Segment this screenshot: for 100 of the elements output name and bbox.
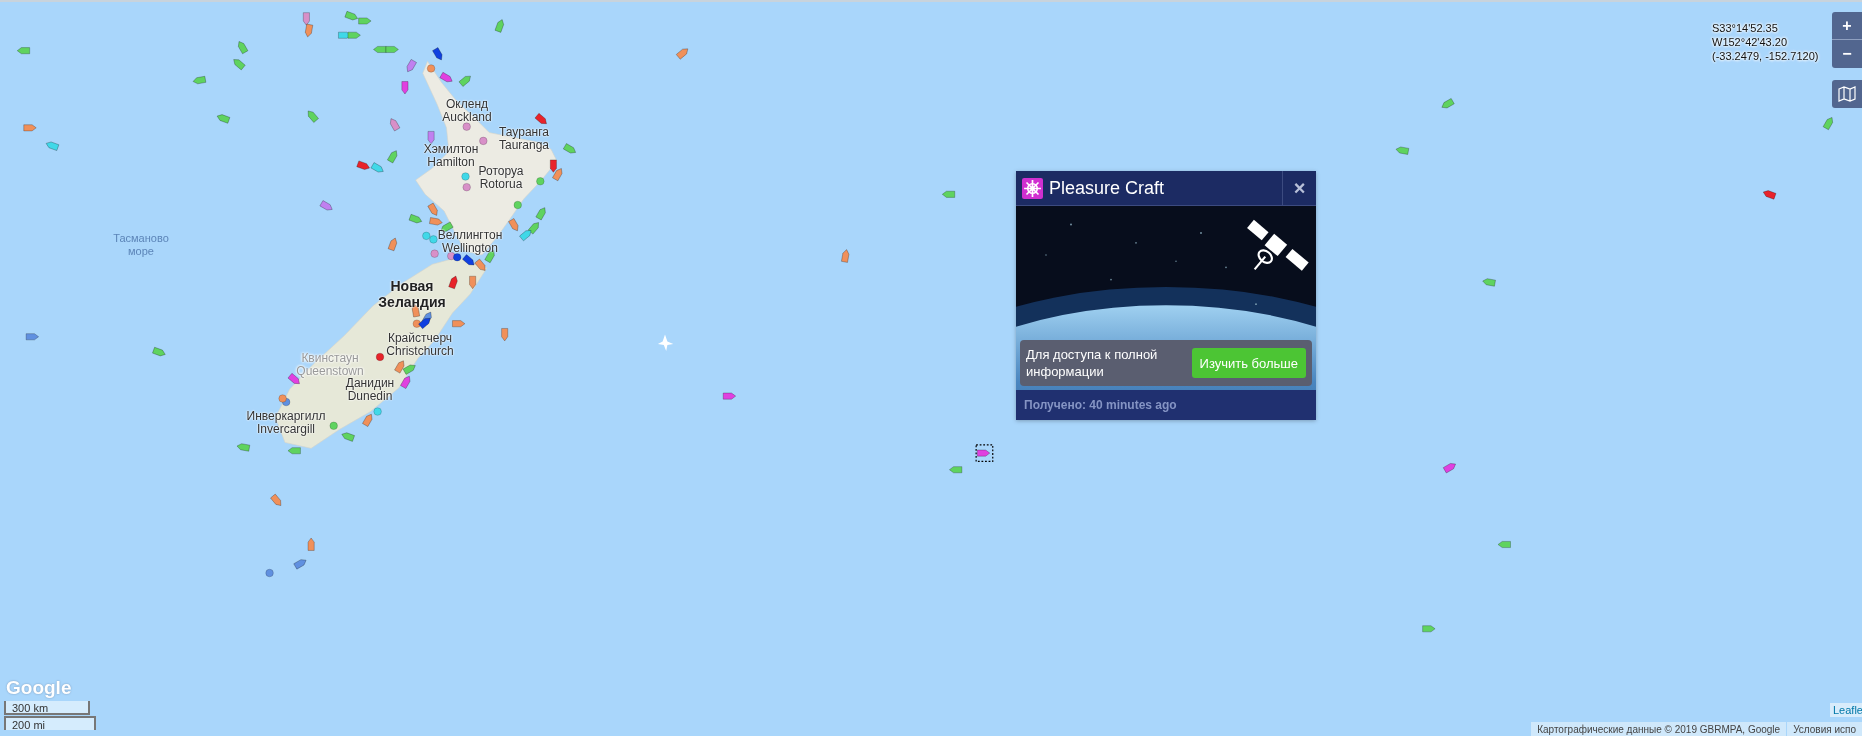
vessel-marker[interactable] [233,59,246,71]
vessel-marker[interactable] [439,72,453,83]
vessel-dot-marker[interactable] [373,407,382,416]
vessel-marker[interactable] [550,159,557,173]
vessel-marker[interactable] [341,432,355,442]
vessel-marker[interactable] [676,48,689,60]
vessel-marker[interactable] [152,346,166,357]
aircraft-icon[interactable] [657,334,674,351]
vessel-marker[interactable] [319,200,333,211]
vessel-marker[interactable] [192,76,207,85]
vessel-marker[interactable] [519,230,532,242]
vessel-marker[interactable] [949,466,963,474]
vessel-marker[interactable] [293,559,307,570]
vessel-dot-marker[interactable] [430,249,439,258]
vessel-marker[interactable] [45,141,60,151]
vessel-dot-marker[interactable] [429,235,438,244]
vessel-marker[interactable] [347,31,361,39]
vessel-marker[interactable] [535,207,546,221]
vessel-marker[interactable] [534,113,547,124]
zoom-in-button[interactable]: + [1832,12,1862,40]
vessel-marker[interactable] [390,118,401,132]
vessel-marker[interactable] [722,392,736,400]
terms-link[interactable]: Условия испо [1787,722,1862,736]
vessel-marker[interactable] [400,375,411,389]
vessel-dot-marker[interactable] [536,177,545,186]
vessel-marker[interactable] [370,162,384,173]
vessel-marker[interactable] [977,449,991,457]
vessel-marker[interactable] [552,168,563,182]
vessel-marker[interactable] [1822,117,1833,131]
vessel-marker[interactable] [303,12,310,26]
map-canvas[interactable] [0,0,1862,736]
vessel-marker[interactable] [494,19,504,33]
vessel-marker[interactable] [1422,625,1436,633]
vessel-marker[interactable] [307,110,319,123]
map-place-label: Новая Зеландия [378,278,446,310]
vessel-marker[interactable] [841,249,850,263]
vessel-marker[interactable] [373,46,387,53]
vessel-marker[interactable] [501,328,509,342]
vessel-dot-marker[interactable] [422,231,431,240]
vessel-marker[interactable] [427,131,435,145]
vessel-dot-marker[interactable] [513,200,522,210]
vessel-marker[interactable] [385,46,399,53]
vessel-marker[interactable] [429,217,443,226]
vessel-marker[interactable] [1482,278,1496,287]
vessel-marker[interactable] [1497,541,1511,548]
vessel-dot-marker[interactable] [453,253,462,262]
vessel-marker[interactable] [462,254,475,266]
vessel-marker[interactable] [458,75,471,87]
vessel-marker[interactable] [358,17,372,25]
vessel-marker[interactable] [1762,190,1777,200]
close-button[interactable]: × [1282,171,1316,205]
vessel-marker[interactable] [307,537,315,551]
vessel-dot-marker[interactable] [375,352,385,362]
vessel-marker[interactable] [270,493,282,506]
vessel-dot-marker[interactable] [278,394,287,403]
vessel-dot-marker[interactable] [412,319,421,328]
vessel-dot-marker[interactable] [329,421,338,430]
vessel-marker[interactable] [448,275,458,290]
vessel-marker[interactable] [942,190,956,198]
vessel-marker[interactable] [469,275,476,289]
zoom-out-button[interactable]: − [1832,40,1862,68]
vessel-marker[interactable] [440,221,454,232]
vessel-marker[interactable] [427,202,438,216]
vessel-dot-marker[interactable] [426,64,436,73]
vessel-marker[interactable] [23,124,37,132]
vessel-marker[interactable] [452,320,466,328]
vessel-marker[interactable] [432,47,443,61]
vessel-marker[interactable] [1395,146,1410,155]
vessel-marker[interactable] [16,47,30,55]
vessel-marker[interactable] [344,11,358,21]
vessel-dot-marker[interactable] [461,172,470,181]
vessel-marker[interactable] [406,59,417,73]
vessel-marker[interactable] [305,23,314,38]
layers-button[interactable] [1832,80,1862,108]
vessel-dot-marker[interactable] [462,183,471,192]
vessel-marker[interactable] [216,114,231,124]
vessel-marker[interactable] [527,222,539,235]
vessel-marker[interactable] [238,41,249,55]
vessel-marker[interactable] [401,81,409,95]
vessel-marker[interactable] [474,258,486,271]
vessel-marker[interactable] [402,364,416,375]
vessel-marker[interactable] [25,333,39,341]
vessel-marker[interactable] [508,218,519,232]
vessel-dot-marker[interactable] [479,136,488,145]
vessel-marker[interactable] [287,447,301,455]
leaflet-link[interactable]: Leafle [1830,703,1862,717]
vessel-marker[interactable] [236,443,251,452]
vessel-marker[interactable] [362,413,373,427]
vessel-marker[interactable] [1441,98,1455,109]
vessel-dot-marker[interactable] [265,568,274,578]
vessel-marker[interactable] [418,318,431,329]
cursor-coordinates: S33°14'52.35 W152°42'43.20 (-33.2479, -152.7120) [1712,21,1819,63]
vessel-marker[interactable] [563,143,576,154]
vessel-marker[interactable] [394,360,405,374]
vessel-marker[interactable] [387,237,398,252]
vessel-marker[interactable] [1442,463,1456,474]
vessel-marker[interactable] [408,214,423,224]
vessel-dot-marker[interactable] [462,122,471,131]
vessel-marker[interactable] [387,150,398,164]
vessel-marker[interactable] [356,160,370,170]
